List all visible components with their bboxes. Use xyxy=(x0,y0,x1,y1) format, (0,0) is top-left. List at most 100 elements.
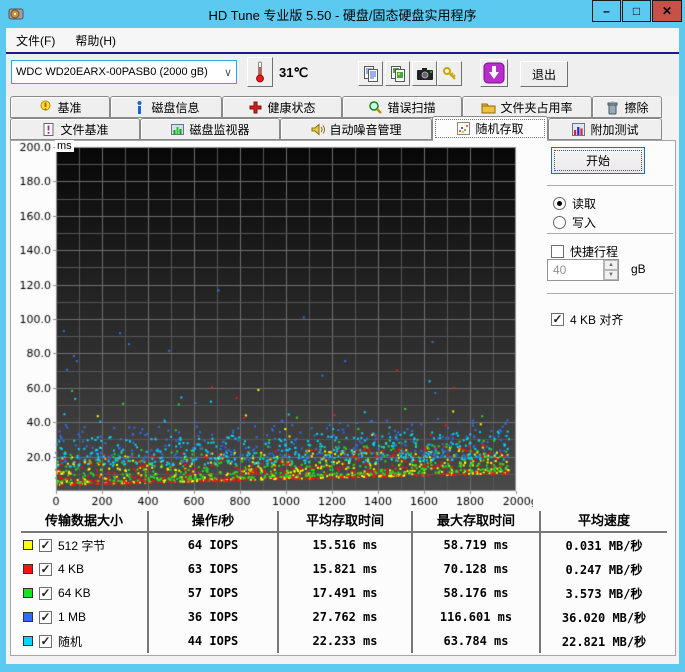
tab-file-benchmark[interactable]: 文件基准 xyxy=(10,118,140,140)
tab-label: 磁盘监视器 xyxy=(189,122,250,137)
table-row-legend: ✓ 1 MB xyxy=(21,605,149,629)
y-axis-unit: ms xyxy=(55,140,74,152)
separator xyxy=(547,185,673,186)
minimize-button[interactable]: – xyxy=(592,0,621,22)
tab-label: 磁盘信息 xyxy=(151,100,200,115)
iops-value: 64 IOPS xyxy=(149,533,279,557)
temperature-value: 31℃ xyxy=(279,65,309,80)
tab-row-2: 文件基准 磁盘监视器 自动噪音管理 随机存取 附加测试 xyxy=(10,116,662,141)
tab-label: 附加测试 xyxy=(590,122,639,137)
avg-access-value: 15.821 ms xyxy=(279,557,413,581)
maximize-button[interactable]: □ xyxy=(622,0,651,22)
copy-text-button[interactable] xyxy=(358,61,383,86)
col-header: 操作/秒 xyxy=(149,511,279,533)
access-time-scatter-chart xyxy=(13,141,533,509)
short-stroke-unit: gB xyxy=(631,262,646,276)
screenshot-button[interactable] xyxy=(412,61,437,86)
tab-label: 错误扫描 xyxy=(387,100,436,115)
short-stroke-spinner[interactable]: 40 ▲ ▼ xyxy=(547,259,619,281)
close-button[interactable]: ✕ xyxy=(652,0,682,22)
col-header: 传输数据大小 xyxy=(21,511,149,533)
exit-button[interactable]: 退出 xyxy=(520,61,568,87)
series-label: 64 KB xyxy=(58,586,91,600)
avg-access-value: 27.762 ms xyxy=(279,605,413,629)
max-access-value: 116.601 ms xyxy=(413,605,541,629)
menu-help[interactable]: 帮助(H) xyxy=(65,30,126,51)
camera-icon xyxy=(416,68,433,80)
separator xyxy=(547,233,673,234)
scatter-dots-icon xyxy=(457,122,471,135)
menu-bar: 文件(F) 帮助(H) xyxy=(6,28,679,52)
avg-speed-value: 0.247 MB/秒 xyxy=(565,562,643,577)
avg-speed-value: 22.821 MB/秒 xyxy=(561,634,647,649)
table-row-legend: ✓ 64 KB xyxy=(21,581,149,605)
write-option[interactable]: 写入 xyxy=(553,214,596,231)
tab-row-1: 基准 磁盘信息 健康状态 错误扫描 文件夹占用率 擦除 xyxy=(10,96,662,118)
magnifier-icon xyxy=(369,100,383,114)
series-checkbox[interactable]: ✓ xyxy=(39,634,52,648)
update-button[interactable] xyxy=(480,59,508,87)
short-stroke-checkbox[interactable] xyxy=(551,245,564,258)
iops-value: 57 IOPS xyxy=(149,581,279,605)
iops-value: 63 IOPS xyxy=(149,557,279,581)
tab-erase[interactable]: 擦除 xyxy=(592,96,662,118)
series-checkbox[interactable]: ✓ xyxy=(39,562,52,576)
tab-extra-tests[interactable]: 附加测试 xyxy=(548,118,662,140)
temperature-button[interactable] xyxy=(247,57,273,87)
read-option[interactable]: 读取 xyxy=(553,195,596,212)
max-access-value: 58.719 ms xyxy=(413,533,541,557)
options-button[interactable] xyxy=(437,61,462,86)
col-header: 最大存取时间 xyxy=(413,511,541,533)
series-label: 4 KB xyxy=(58,562,85,576)
write-radio[interactable] xyxy=(553,216,566,229)
max-access-value: 63.784 ms xyxy=(413,629,541,653)
short-stroke-option[interactable]: 快捷行程 xyxy=(551,243,618,260)
trash-icon xyxy=(607,101,618,114)
align-option[interactable]: ✓ 4 KB 对齐 xyxy=(551,311,623,328)
benchmark-icon xyxy=(40,100,51,110)
tab-disk-monitor[interactable]: 磁盘监视器 xyxy=(140,118,280,140)
series-color-swatch xyxy=(23,564,33,574)
spin-down-icon[interactable]: ▼ xyxy=(604,270,618,280)
tab-health[interactable]: 健康状态 xyxy=(222,96,342,118)
tab-area: 基准 磁盘信息 健康状态 错误扫描 文件夹占用率 擦除 文件基准 磁盘监视器 自… xyxy=(6,96,679,664)
series-color-swatch xyxy=(23,612,33,622)
series-checkbox[interactable]: ✓ xyxy=(39,610,52,624)
copy-image-button[interactable] xyxy=(385,61,410,86)
tab-random-access[interactable]: 随机存取 xyxy=(432,116,548,141)
max-access-value: 70.128 ms xyxy=(413,557,541,581)
speaker-icon xyxy=(311,122,326,136)
download-arrow-icon xyxy=(483,62,505,84)
tab-error-scan[interactable]: 错误扫描 xyxy=(342,96,462,118)
series-color-swatch xyxy=(23,636,33,646)
window-title: HD Tune 专业版 5.50 - 硬盘/固态硬盘实用程序 xyxy=(208,8,477,23)
read-label: 读取 xyxy=(572,197,597,211)
start-button[interactable]: 开始 xyxy=(551,147,645,174)
tab-aam[interactable]: 自动噪音管理 xyxy=(280,118,432,140)
drive-select[interactable]: WDC WD20EARX-00PASB0 (2000 gB) ∨ xyxy=(11,60,237,84)
col-header: 平均存取时间 xyxy=(279,511,413,533)
app-window: HD Tune 专业版 5.50 - 硬盘/固态硬盘实用程序 – □ ✕ 文件(… xyxy=(0,0,685,672)
align-label: 4 KB 对齐 xyxy=(570,313,624,327)
monitor-bars-icon xyxy=(171,123,185,135)
series-color-swatch xyxy=(23,588,33,598)
folder-icon xyxy=(481,103,496,113)
read-radio[interactable] xyxy=(553,197,566,210)
series-checkbox[interactable]: ✓ xyxy=(39,538,52,552)
info-icon xyxy=(137,100,142,114)
series-color-swatch xyxy=(23,540,33,550)
avg-access-value: 22.233 ms xyxy=(279,629,413,653)
tab-folder-usage[interactable]: 文件夹占用率 xyxy=(462,96,592,118)
tab-benchmark[interactable]: 基准 xyxy=(10,96,110,118)
align-checkbox[interactable]: ✓ xyxy=(551,313,564,326)
series-label: 1 MB xyxy=(58,610,87,624)
series-checkbox[interactable]: ✓ xyxy=(39,586,52,600)
short-stroke-value[interactable]: 40 xyxy=(548,260,603,280)
tab-disk-info[interactable]: 磁盘信息 xyxy=(110,96,222,118)
spin-up-icon[interactable]: ▲ xyxy=(604,260,618,270)
tab-label: 自动噪音管理 xyxy=(329,122,402,137)
menu-file[interactable]: 文件(F) xyxy=(6,30,65,51)
health-cross-icon xyxy=(249,101,262,113)
short-stroke-label: 快捷行程 xyxy=(570,245,619,259)
copy-text-icon xyxy=(363,65,378,82)
